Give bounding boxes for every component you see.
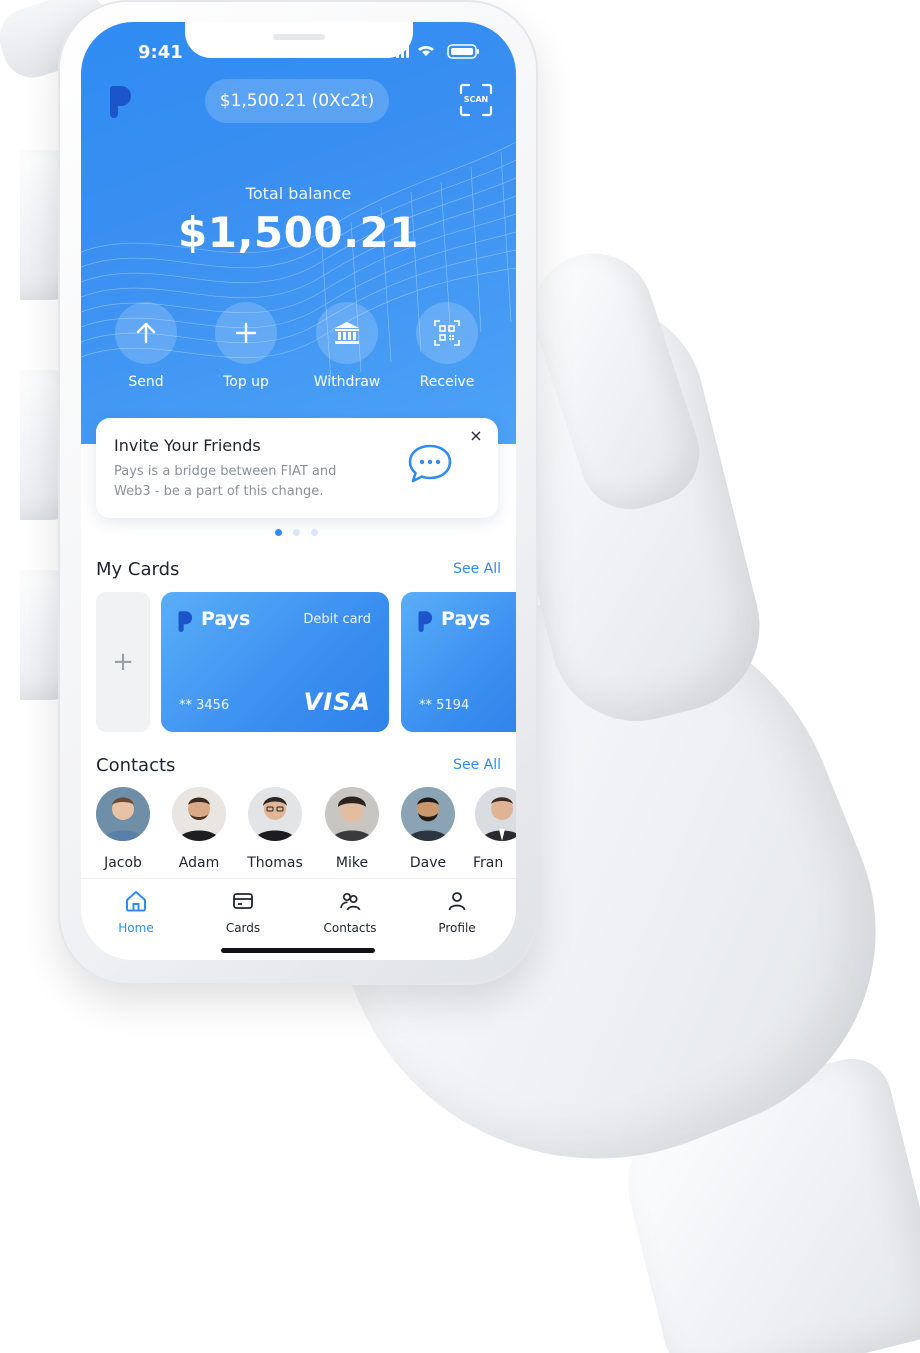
avatar — [401, 787, 455, 841]
phone-notch — [185, 22, 413, 58]
my-cards-title: My Cards — [96, 559, 180, 580]
card-icon — [233, 893, 253, 909]
top-up-button[interactable]: Top up — [196, 302, 296, 390]
tab-contacts[interactable]: Contacts — [305, 889, 395, 935]
contact-name: Thomas — [247, 855, 303, 871]
withdraw-label: Withdraw — [313, 374, 381, 390]
contact-item[interactable]: Thomas — [240, 787, 310, 871]
avatar — [325, 787, 379, 841]
tab-profile[interactable]: Profile — [412, 889, 502, 935]
avatar — [475, 787, 516, 841]
card-number: ** 3456 — [179, 698, 230, 713]
scan-label: SCAN — [463, 95, 489, 104]
contact-item[interactable]: Jacob — [88, 787, 158, 871]
total-balance-value: $1,500.21 — [178, 208, 419, 257]
card-number: ** 5194 — [419, 698, 470, 713]
avatar-person-icon — [475, 787, 516, 841]
avatar-person-icon — [325, 787, 379, 841]
avatar-person-icon — [96, 787, 150, 841]
card-type: Debit card — [303, 612, 371, 627]
pays-logo-icon — [109, 86, 131, 118]
contacts-see-all-link[interactable]: See All — [431, 757, 501, 773]
contacts-title: Contacts — [96, 755, 176, 776]
contact-name: Jacob — [104, 855, 142, 871]
avatar-person-icon — [248, 787, 302, 841]
home-icon — [126, 891, 146, 912]
contact-name: Dave — [409, 855, 447, 871]
invite-title: Invite Your Friends — [114, 436, 261, 455]
qr-code-icon — [434, 320, 460, 346]
visa-logo: VISA — [303, 688, 371, 716]
contact-item[interactable]: Adam — [164, 787, 234, 871]
contacts-icon — [340, 892, 361, 911]
tab-label: Contacts — [323, 921, 377, 935]
pays-logo-icon — [418, 611, 433, 632]
wallet-balance-pill[interactable]: $1,500.21 (0Xc2t) — [205, 79, 389, 123]
tab-cards[interactable]: Cards — [198, 889, 288, 935]
phone-screen: 9:41 $1,500.21 (0Xc2t) SCAN Total balanc… — [81, 22, 516, 960]
contact-item[interactable]: Dave — [393, 787, 463, 871]
card-brand: Pays — [201, 608, 251, 630]
top-up-label: Top up — [223, 374, 269, 390]
cards-see-all-link[interactable]: See All — [431, 561, 501, 577]
mockup-stage: 9:41 $1,500.21 (0Xc2t) SCAN Total balanc… — [0, 0, 920, 1353]
carousel-dot-active[interactable] — [275, 529, 282, 536]
contact-name: Fran — [473, 855, 504, 871]
profile-icon — [448, 892, 466, 911]
invite-friends-card[interactable]: Invite Your Friends Pays is a bridge bet… — [96, 418, 498, 518]
send-label: Send — [128, 374, 164, 390]
avatar — [172, 787, 226, 841]
total-balance-label: Total balance — [245, 184, 352, 203]
close-icon[interactable]: × — [466, 426, 486, 446]
send-button[interactable]: Send — [96, 302, 196, 390]
scan-button[interactable]: SCAN — [458, 82, 494, 118]
debit-card-3456[interactable]: Pays Debit card ** 3456 VISA — [161, 592, 389, 732]
bank-icon — [335, 322, 359, 344]
plus-icon — [235, 322, 257, 344]
avatar — [96, 787, 150, 841]
pays-logo-icon — [178, 611, 193, 632]
tab-label: Profile — [438, 921, 476, 935]
tab-label: Home — [118, 921, 154, 935]
status-time: 9:41 — [138, 42, 183, 63]
card-brand: Pays — [441, 608, 491, 630]
arrow-up-icon — [136, 322, 156, 344]
home-indicator — [221, 948, 375, 953]
receive-button[interactable]: Receive — [397, 302, 497, 390]
avatar-person-icon — [172, 787, 226, 841]
contact-name: Mike — [335, 855, 369, 871]
contact-name: Adam — [178, 855, 220, 871]
tab-label: Cards — [225, 921, 261, 935]
add-card-button[interactable]: + — [96, 592, 150, 732]
contact-item[interactable]: Fran — [469, 787, 516, 871]
tab-home[interactable]: Home — [91, 889, 181, 935]
withdraw-button[interactable]: Withdraw — [297, 302, 397, 390]
carousel-dot[interactable] — [311, 529, 318, 536]
avatar-person-icon — [401, 787, 455, 841]
receive-label: Receive — [419, 374, 475, 390]
card-5194[interactable]: Pays ** 5194 — [401, 592, 516, 732]
balance-hero: 9:41 $1,500.21 (0Xc2t) SCAN Total balanc… — [81, 22, 516, 444]
avatar — [248, 787, 302, 841]
chat-bubble-icon — [408, 444, 452, 483]
carousel-dots — [271, 529, 331, 537]
phone-speaker — [273, 34, 325, 40]
contact-item[interactable]: Mike — [317, 787, 387, 871]
invite-body: Pays is a bridge between FIAT and Web3 -… — [114, 464, 337, 499]
carousel-dot[interactable] — [293, 529, 300, 536]
